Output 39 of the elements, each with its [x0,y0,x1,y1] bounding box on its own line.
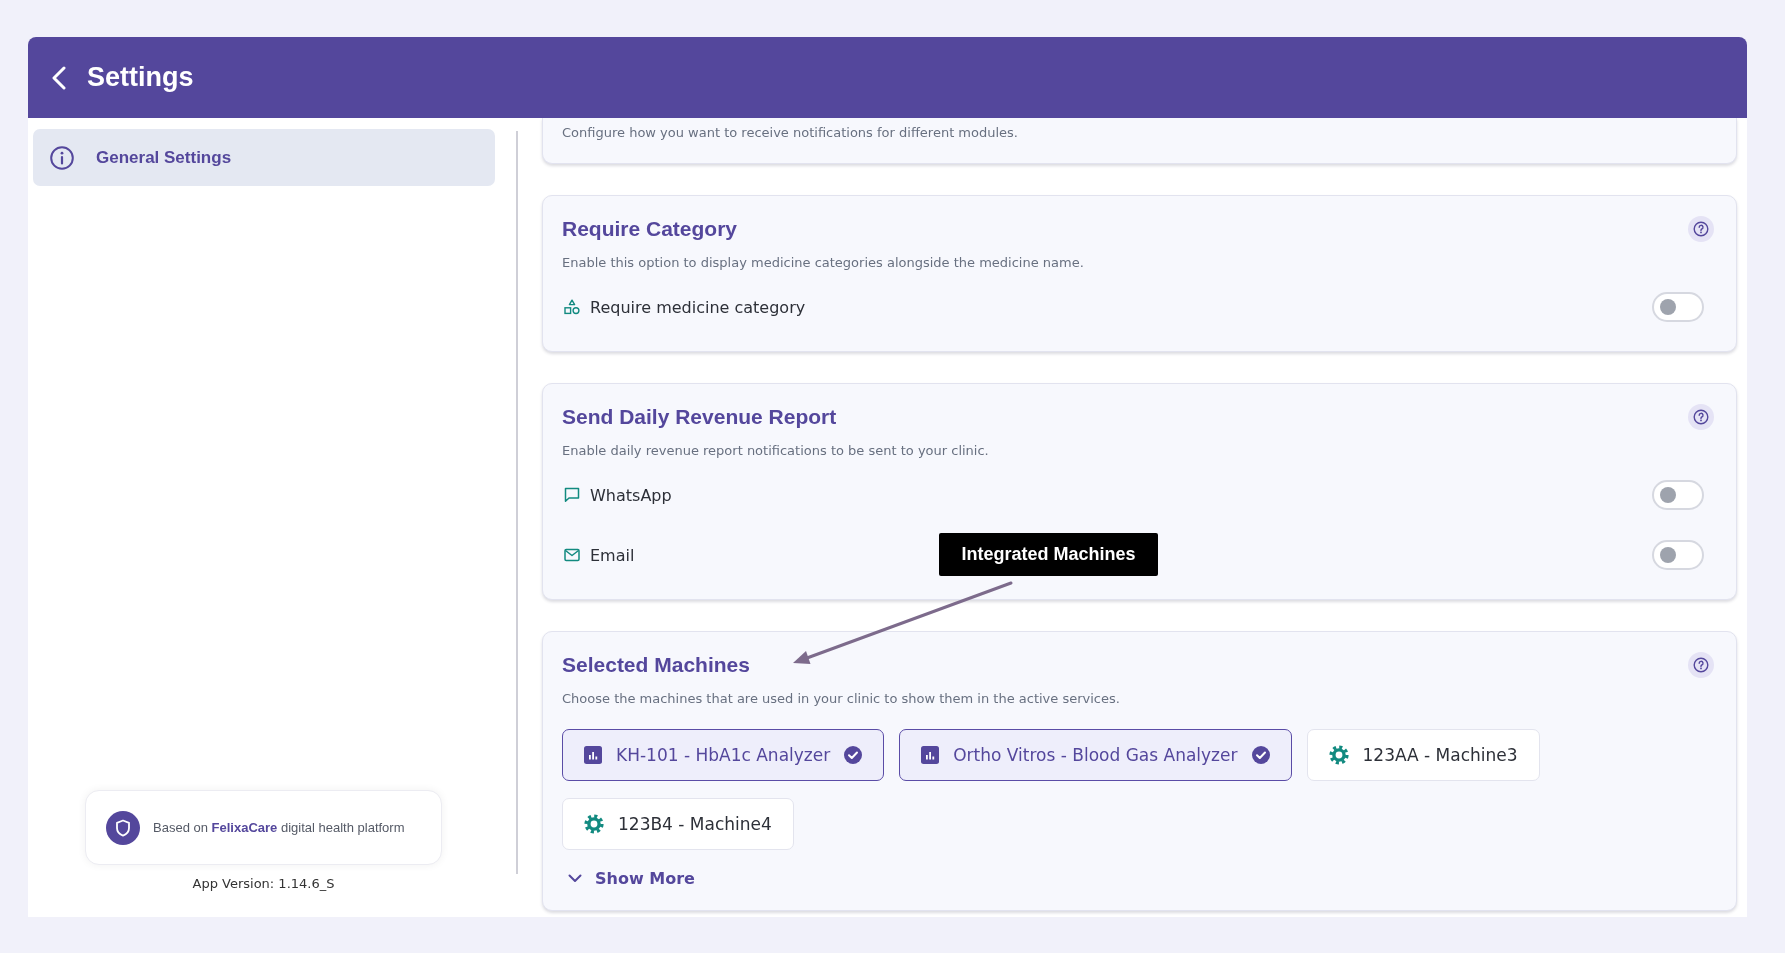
check-circle-icon [844,746,863,764]
card-title: Send Daily Revenue Report [562,404,837,430]
page-title: Settings [87,62,194,93]
bar-chart-icon [584,746,602,764]
help-icon[interactable] [1688,216,1714,242]
info-icon [50,145,74,170]
chevron-left-icon [52,65,66,90]
machine-chip[interactable]: KH-101 - HbA1c Analyzer [562,729,885,781]
machine-chip[interactable]: 123AA - Machine3 [1306,729,1540,781]
sidebar-item[interactable]: General Settings [33,129,495,186]
card-description: Choose the machines that are used in your clinic to show them in the active services. [562,690,1121,708]
help-icon[interactable] [1688,404,1714,430]
help-icon[interactable] [1688,652,1714,678]
card-title: Selected Machines [562,652,750,678]
mail-icon [564,548,580,562]
show-more-button[interactable]: Show More [562,866,695,890]
card-title: Require Category [562,216,738,242]
toggle-switch[interactable] [1652,292,1704,322]
gear-icon [584,814,604,834]
option-label: Require medicine category [590,297,806,317]
app-version: App Version: 1.14.6_S [192,876,335,891]
card-description: Enable daily revenue report notifications to be sent to your clinic. [562,442,990,460]
shapes-icon [564,299,580,315]
annotation-label: Integrated Machines [939,533,1158,576]
card-description: Enable this option to display medicine categories alongside the medicine name. [562,254,1085,272]
bar-chart-icon [921,746,940,764]
check-circle-icon [1251,746,1270,764]
shield-icon [106,810,140,845]
machine-chip[interactable]: 123B4 - Machine4 [562,798,794,850]
machine-chip[interactable]: Ortho Vitros - Blood Gas Analyzer [899,729,1292,781]
platform-text: Based on FelixaCare digital health platform [153,820,405,835]
card-description: Configure how you want to receive notifications for different modules. [562,124,1019,142]
option-label: WhatsApp [590,485,672,505]
toggle-switch[interactable] [1652,480,1704,510]
option-label: Email [590,545,635,565]
toggle-switch[interactable] [1652,540,1704,570]
chat-bubble-icon [564,487,580,503]
chevron-down-icon [568,873,582,883]
gear-icon [1328,745,1349,765]
